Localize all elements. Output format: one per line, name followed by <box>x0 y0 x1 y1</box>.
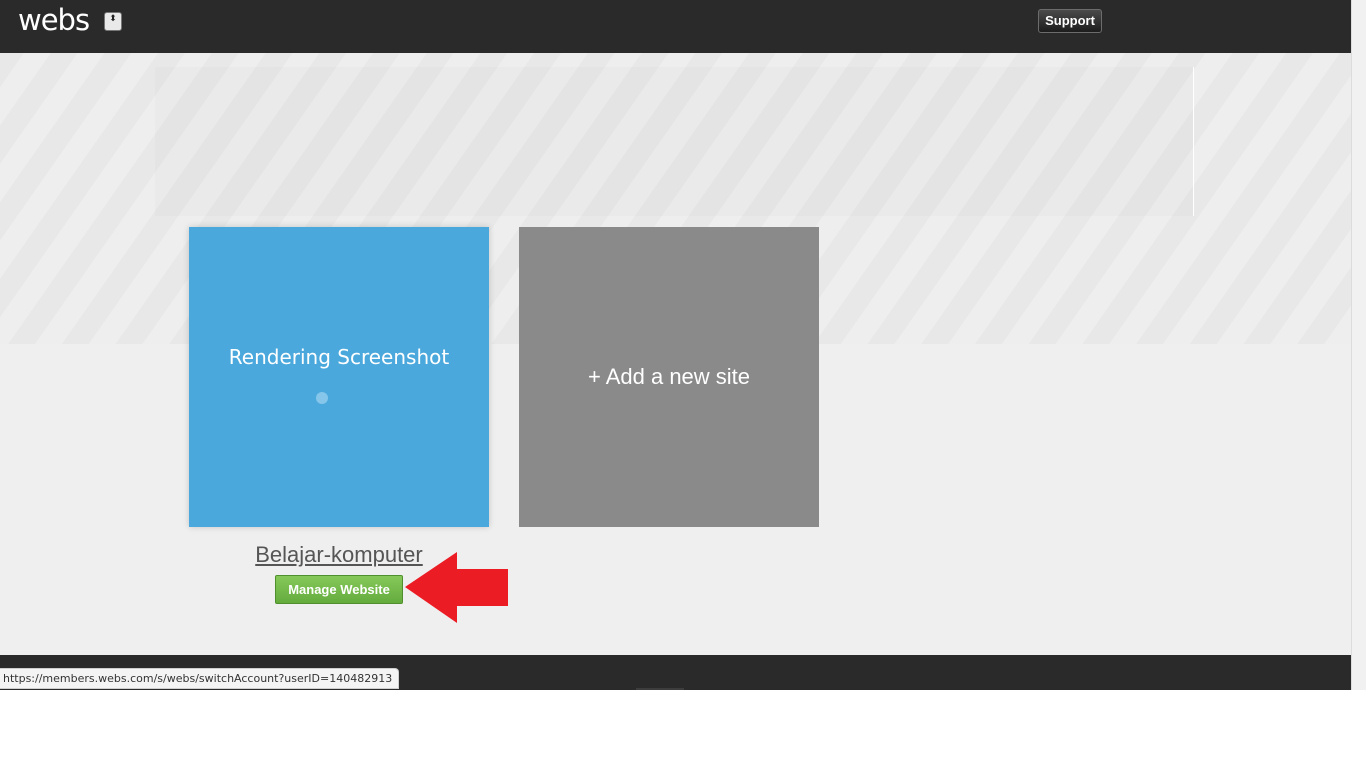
support-button[interactable]: Support <box>1038 9 1102 33</box>
webs-logo[interactable]: webs <box>18 2 90 38</box>
vertical-scrollbar[interactable] <box>1351 0 1366 690</box>
rendering-status-text: Rendering Screenshot <box>228 345 450 369</box>
add-new-site-label: + Add a new site <box>587 364 751 389</box>
site-thumbnail-card[interactable]: Rendering Screenshot <box>189 227 489 527</box>
link-status-url: https://members.webs.com/s/webs/switchAc… <box>0 668 400 689</box>
add-new-site-card[interactable]: + Add a new site <box>519 227 819 527</box>
footer-tab <box>636 688 684 690</box>
manage-website-button[interactable]: Manage Website <box>275 575 403 604</box>
red-arrow-icon <box>405 552 508 623</box>
top-navigation-bar: webs ⬍ Support <box>0 0 1351 53</box>
loading-spinner-icon <box>316 392 328 404</box>
account-switcher-icon[interactable]: ⬍ <box>104 12 122 31</box>
hero-panel <box>155 67 1194 216</box>
